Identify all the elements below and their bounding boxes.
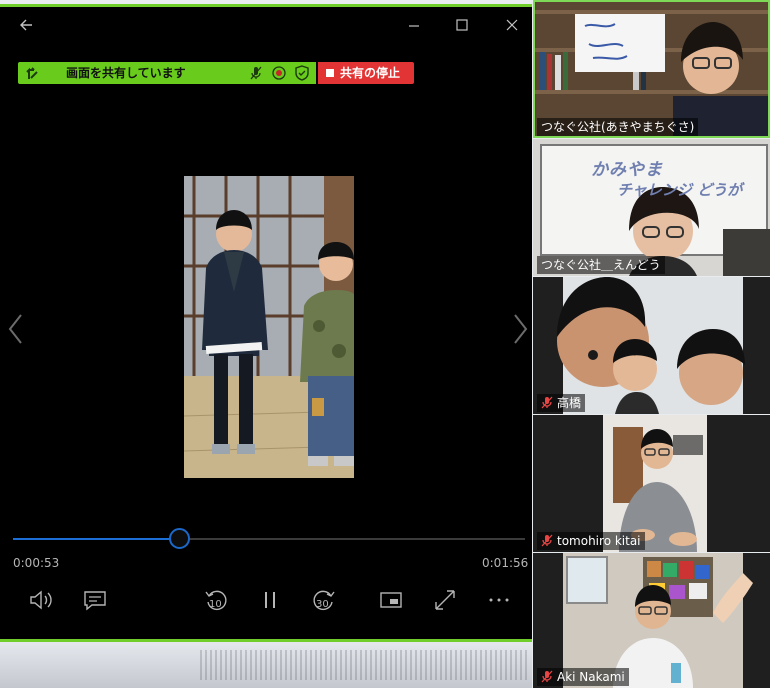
participant-tile[interactable]: 高橋 bbox=[533, 277, 770, 414]
pause-icon[interactable] bbox=[257, 587, 283, 613]
participant-name: tomohiro kitai bbox=[557, 534, 641, 548]
screen-share-banner: 画面を共有しています bbox=[18, 62, 316, 84]
stop-square-icon bbox=[326, 69, 334, 77]
volume-icon[interactable] bbox=[28, 587, 54, 613]
stop-share-button[interactable]: 共有の停止 bbox=[318, 62, 414, 84]
participant-name: 高橋 bbox=[557, 396, 582, 410]
share-status-text: 画面を共有しています bbox=[66, 66, 186, 80]
muted-mic-icon bbox=[541, 670, 553, 683]
media-player-window: 画面を共有しています 共有の停止 0:00:53 0:01:56 10 30 bbox=[0, 4, 532, 642]
video-content-image bbox=[184, 176, 354, 478]
participant-name-tag: 高橋 bbox=[537, 394, 586, 412]
participant-tile[interactable]: Aki Nakami bbox=[533, 553, 770, 688]
minimize-icon[interactable] bbox=[404, 17, 424, 37]
participant-tile[interactable]: かみやま チャレンジ どうが つなぐ公社＿えんどう bbox=[533, 139, 770, 276]
mini-view-icon[interactable] bbox=[378, 587, 404, 613]
participant-name: Aki Nakami bbox=[557, 670, 625, 684]
record-icon[interactable] bbox=[271, 65, 287, 81]
desktop-wallpaper-detail bbox=[200, 650, 530, 680]
skip-forward-seconds: 30 bbox=[316, 599, 329, 610]
more-options-icon[interactable] bbox=[486, 587, 512, 613]
back-arrow-icon[interactable] bbox=[16, 17, 36, 37]
skip-back-seconds: 10 bbox=[209, 599, 222, 610]
whiteboard-line-2: チャレンジ どうが bbox=[617, 181, 743, 199]
subtitles-icon[interactable] bbox=[82, 587, 108, 613]
video-frame bbox=[184, 176, 354, 478]
fullscreen-icon[interactable] bbox=[432, 587, 458, 613]
share-arrow-icon bbox=[26, 67, 38, 79]
security-shield-icon[interactable] bbox=[294, 65, 310, 81]
whiteboard-line-1: かみやま bbox=[591, 160, 663, 180]
muted-mic-icon[interactable] bbox=[248, 65, 264, 81]
participant-tile[interactable]: つなぐ公社(あきやまちぐさ) bbox=[533, 0, 770, 138]
participant-name-tag: tomohiro kitai bbox=[537, 532, 645, 550]
close-icon[interactable] bbox=[502, 17, 522, 37]
stop-share-label: 共有の停止 bbox=[340, 66, 401, 80]
muted-mic-icon bbox=[541, 534, 553, 547]
seek-bar-progress bbox=[13, 538, 180, 540]
screen: 画面を共有しています 共有の停止 0:00:53 0:01:56 10 30 つ… bbox=[0, 0, 770, 688]
total-time: 0:01:56 bbox=[482, 556, 529, 570]
title-bar bbox=[0, 7, 532, 49]
current-time: 0:00:53 bbox=[13, 556, 60, 570]
seek-bar-thumb[interactable] bbox=[169, 528, 191, 549]
maximize-icon[interactable] bbox=[452, 17, 472, 37]
previous-arrow-icon[interactable] bbox=[6, 312, 26, 346]
participant-tile[interactable]: tomohiro kitai bbox=[533, 415, 770, 552]
seek-bar[interactable] bbox=[13, 528, 525, 549]
participant-name-tag: Aki Nakami bbox=[537, 668, 629, 686]
participant-name: つなぐ公社＿えんどう bbox=[537, 256, 665, 274]
muted-mic-icon bbox=[541, 396, 553, 409]
next-arrow-icon[interactable] bbox=[510, 312, 530, 346]
participant-name: つなぐ公社(あきやまちぐさ) bbox=[537, 118, 699, 136]
